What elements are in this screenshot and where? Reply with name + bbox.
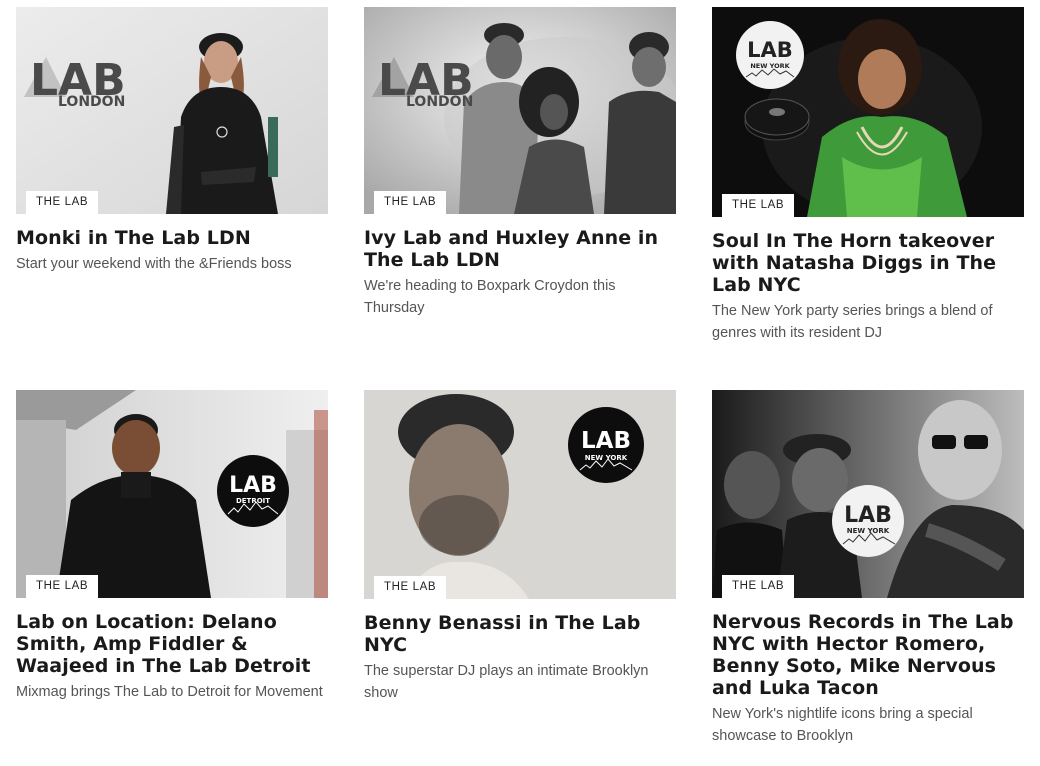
svg-text:LONDON: LONDON — [406, 94, 473, 110]
article-thumbnail[interactable]: LAB DETROIT THE LAB — [16, 390, 328, 598]
category-tag[interactable]: THE LAB — [722, 575, 795, 598]
article-thumbnail[interactable]: LAB NEW YORK THE LAB — [364, 390, 676, 599]
article-card-lab-on-location-detroit[interactable]: LAB DETROIT THE LAB Lab on Location: Del… — [16, 390, 328, 703]
article-card-benny-benassi[interactable]: LAB NEW YORK THE LAB Benny Benassi in Th… — [364, 390, 676, 704]
svg-text:NEW YORK: NEW YORK — [750, 62, 790, 70]
photo-nervous-records: LAB NEW YORK — [712, 390, 1024, 598]
svg-text:LONDON: LONDON — [58, 94, 125, 110]
article-title[interactable]: Soul In The Horn takeover with Natasha D… — [712, 230, 1024, 296]
category-tag[interactable]: THE LAB — [374, 576, 447, 599]
svg-text:DETROIT: DETROIT — [236, 497, 270, 505]
lab-logo: LAB — [581, 428, 631, 454]
article-description: The New York party series brings a blend… — [712, 303, 993, 341]
category-tag[interactable]: THE LAB — [26, 191, 99, 214]
article-thumbnail[interactable]: LAB NEW YORK THE LAB — [712, 7, 1024, 217]
lab-logo: LAB — [229, 473, 277, 498]
article-thumbnail[interactable]: LAB NEW YORK THE LAB — [712, 390, 1024, 598]
article-description: We're heading to Boxpark Croydon this Th… — [364, 278, 616, 316]
article-card-monki[interactable]: LAB LONDON THE LAB Monki in The Lab LDN … — [16, 7, 328, 275]
article-title[interactable]: Lab on Location: Delano Smith, Amp Fiddl… — [16, 611, 328, 677]
lab-logo: LAB — [844, 503, 892, 528]
category-tag[interactable]: THE LAB — [374, 191, 447, 214]
article-card-nervous-records[interactable]: LAB NEW YORK THE LAB Nervous Records in … — [712, 390, 1024, 747]
article-thumbnail[interactable]: LAB LONDON THE LAB — [364, 7, 676, 214]
article-card-soul-in-the-horn[interactable]: LAB NEW YORK THE LAB Soul In The Horn ta… — [712, 7, 1024, 344]
category-tag[interactable]: THE LAB — [722, 194, 795, 217]
photo-ivy-lab: LAB LONDON — [364, 7, 676, 214]
article-title[interactable]: Monki in The Lab LDN — [16, 227, 328, 249]
photo-monki: LAB LONDON — [16, 7, 328, 214]
category-tag[interactable]: THE LAB — [26, 575, 99, 598]
lab-logo: LAB — [747, 38, 793, 62]
article-description: Start your weekend with the &Friends bos… — [16, 256, 292, 272]
article-description: The superstar DJ plays an intimate Brook… — [364, 663, 649, 701]
article-card-ivy-lab[interactable]: LAB LONDON THE LAB Ivy Lab and Huxley An… — [364, 7, 676, 319]
photo-benny-benassi: LAB NEW YORK — [364, 390, 676, 599]
article-title[interactable]: Benny Benassi in The Lab NYC — [364, 612, 676, 656]
article-description: New York's nightlife icons bring a speci… — [712, 706, 973, 744]
photo-delano-smith: LAB DETROIT — [16, 390, 328, 598]
article-description: Mixmag brings The Lab to Detroit for Mov… — [16, 684, 323, 700]
photo-natasha-diggs: LAB NEW YORK — [712, 7, 1024, 217]
svg-text:NEW YORK: NEW YORK — [847, 527, 890, 535]
article-title[interactable]: Ivy Lab and Huxley Anne in The Lab LDN — [364, 227, 676, 271]
article-title[interactable]: Nervous Records in The Lab NYC with Hect… — [712, 611, 1024, 699]
article-thumbnail[interactable]: LAB LONDON THE LAB — [16, 7, 328, 214]
